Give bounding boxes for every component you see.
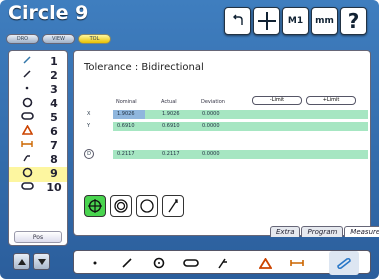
feature-item-4[interactable]: 4 — [9, 97, 67, 112]
upper-limit-field[interactable]: +Limit — [306, 96, 356, 105]
table-row-diameter[interactable]: D 0.2117 0.2117 0.0000 — [84, 149, 368, 160]
slot-icon — [183, 259, 199, 267]
measure-feature-bar — [73, 250, 371, 275]
d-deviation: 0.0000 — [202, 151, 220, 157]
bottom-bar — [0, 247, 379, 279]
actual-header: Actual — [161, 99, 177, 105]
slot-icon — [17, 111, 37, 124]
y-nominal: 0.6910 — [117, 123, 135, 129]
circularity-icon — [140, 199, 154, 213]
measure-angle-button[interactable] — [212, 251, 234, 275]
lower-limit-field[interactable]: -Limit — [252, 96, 302, 105]
feature-item-9[interactable]: 9 — [9, 167, 67, 182]
line-icon — [17, 55, 37, 68]
undo-icon — [232, 14, 243, 25]
tolerance-tools — [84, 195, 184, 217]
triangle-down-icon — [37, 258, 46, 265]
feature-title: Circle 9 — [8, 2, 89, 24]
tolerance-panel: Tolerance : Bidirectional Nominal Actual… — [73, 50, 379, 237]
d-actual: 0.2117 — [162, 151, 180, 157]
scroll-down-button[interactable] — [33, 253, 50, 270]
circularity-button[interactable] — [136, 195, 158, 217]
y-deviation: 0.0000 — [202, 123, 220, 129]
feature-item-1[interactable]: 1 — [9, 55, 67, 70]
deviation-header: Deviation — [201, 99, 225, 105]
angle-icon — [218, 258, 227, 269]
skewed-slot-icon — [337, 257, 351, 269]
feature-list: 1 2 3 4 5 6 7 8 9 10 Pos — [8, 50, 68, 246]
x-nominal: 1.9026 — [117, 111, 135, 117]
line-icon — [17, 69, 37, 82]
feature-item-8[interactable]: 8 — [9, 153, 67, 168]
concentricity-button[interactable] — [110, 195, 132, 217]
crosshair-button[interactable] — [253, 7, 280, 35]
distance-icon — [290, 260, 304, 266]
distance-icon — [17, 139, 37, 152]
pos-button[interactable]: Pos — [14, 231, 62, 243]
scroll-up-button[interactable] — [13, 253, 30, 270]
feature-item-3[interactable]: 3 — [9, 83, 67, 98]
tol-mode-button[interactable]: TOL — [78, 34, 111, 44]
feature-item-10[interactable]: 10 — [9, 181, 67, 196]
runout-icon — [168, 199, 178, 213]
measure-line-button[interactable] — [116, 251, 138, 275]
table-row-y[interactable]: Y 0.6910 0.6910 0.0000 — [87, 122, 368, 132]
tab-strip: Extra Program Measure — [270, 226, 379, 237]
slot-icon — [17, 181, 37, 194]
runout-button[interactable] — [162, 195, 184, 217]
x-actual: 1.9026 — [162, 111, 180, 117]
circle-icon — [17, 97, 37, 111]
units-button[interactable]: mm — [311, 7, 338, 35]
tolerance-title: Tolerance : Bidirectional — [84, 62, 204, 73]
position-tolerance-button[interactable] — [84, 195, 106, 217]
undo-button[interactable] — [224, 7, 251, 35]
view-mode-button[interactable]: VIEW — [42, 34, 75, 44]
mode-buttons: DRO VIEW TOL — [6, 34, 111, 44]
triangle-up-icon — [17, 258, 26, 265]
measure-shape-button[interactable] — [329, 251, 359, 275]
feature-item-5[interactable]: 5 — [9, 111, 67, 126]
circle-icon — [153, 257, 165, 269]
triangle-icon — [17, 124, 37, 138]
m1-button[interactable]: M1 — [282, 7, 309, 35]
feature-item-2[interactable]: 2 — [9, 69, 67, 84]
x-deviation: 0.0000 — [202, 111, 220, 117]
measure-triangle-button[interactable] — [254, 251, 276, 275]
crosshair-icon — [257, 12, 276, 30]
app-window: Circle 9 DRO VIEW TOL M1 mm ? 1 2 3 4 5 … — [0, 0, 379, 279]
measure-point-button[interactable] — [84, 251, 106, 275]
concentricity-icon — [114, 199, 128, 213]
diameter-icon: D — [84, 149, 94, 159]
angle-icon — [17, 153, 37, 166]
position-icon — [88, 199, 102, 213]
measure-circle-button[interactable] — [148, 251, 170, 275]
header-bar: Circle 9 DRO VIEW TOL M1 mm ? — [0, 0, 379, 50]
table-row-x[interactable]: X 1.9026 1.9026 0.0000 — [87, 110, 368, 120]
point-icon — [17, 83, 37, 96]
circle-icon — [17, 167, 37, 181]
tab-extra[interactable]: Extra — [270, 226, 301, 237]
d-nominal: 0.2117 — [117, 151, 135, 157]
nominal-header: Nominal — [116, 99, 137, 105]
measure-slot-button[interactable] — [180, 251, 202, 275]
dro-mode-button[interactable]: DRO — [6, 34, 39, 44]
triangle-icon — [258, 257, 272, 269]
tab-program[interactable]: Program — [301, 226, 344, 237]
y-actual: 0.6910 — [162, 123, 180, 129]
point-icon — [93, 261, 97, 265]
feature-item-6[interactable]: 6 — [9, 124, 67, 140]
tab-measure[interactable]: Measure — [344, 226, 379, 237]
feature-item-7[interactable]: 7 — [9, 139, 67, 154]
help-button[interactable]: ? — [340, 7, 367, 35]
measure-distance-button[interactable] — [286, 251, 308, 275]
line-icon — [122, 258, 132, 268]
